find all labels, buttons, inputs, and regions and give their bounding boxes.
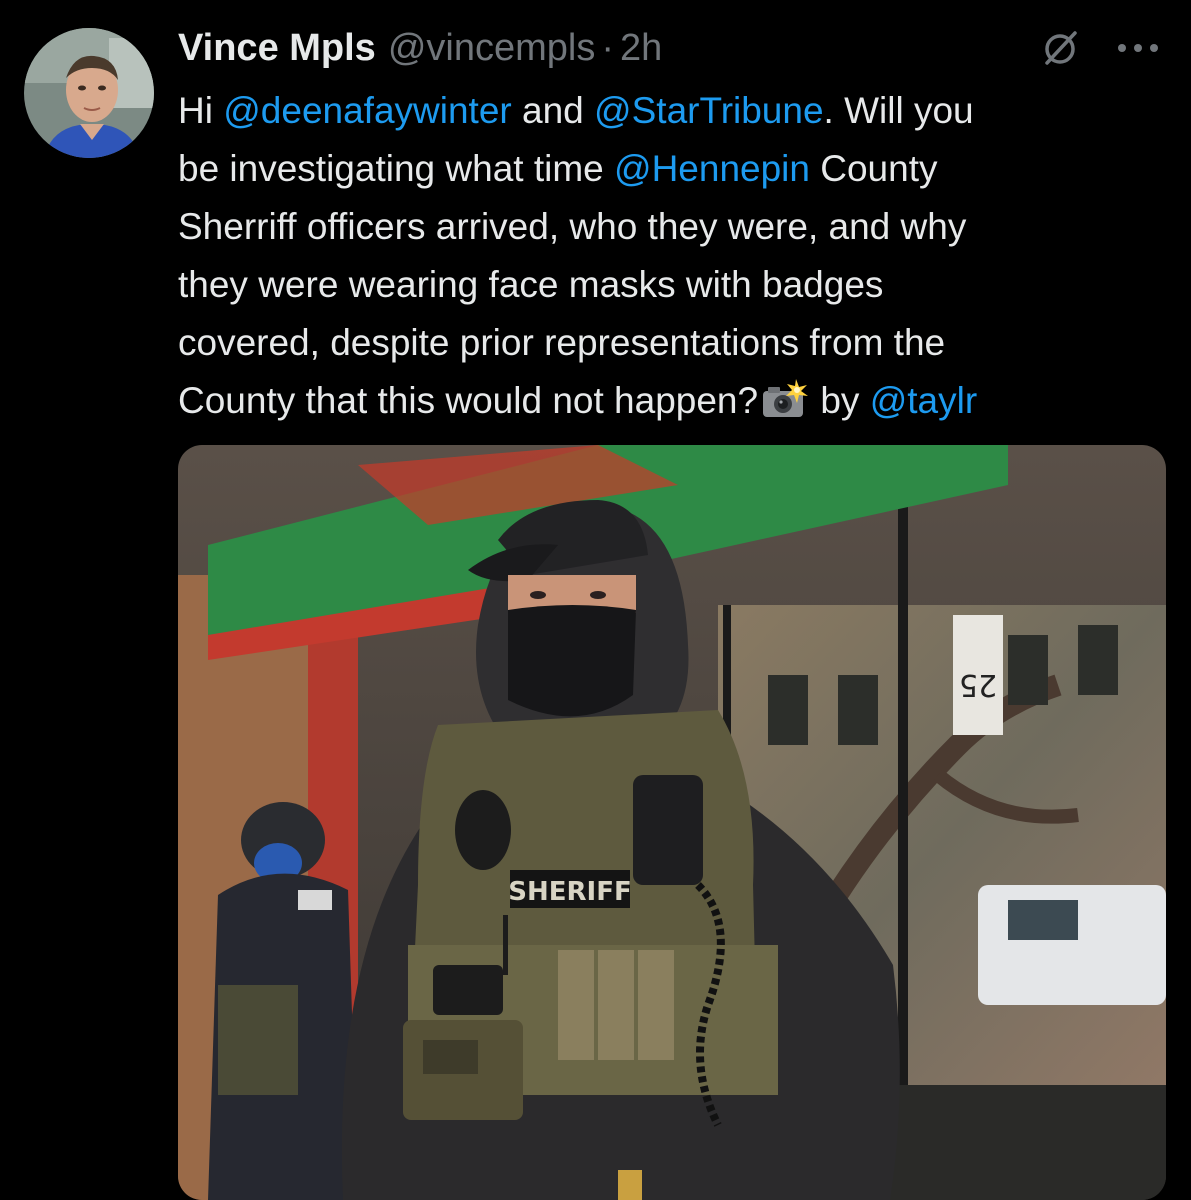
timestamp[interactable]: 2h xyxy=(620,22,662,74)
avatar[interactable] xyxy=(24,28,154,158)
text-fragment: Hi xyxy=(178,90,224,131)
text-fragment: by xyxy=(810,380,870,421)
mention-link[interactable]: @Hennepin xyxy=(614,148,810,189)
tweet-text-line: Hi @deenafaywinter and @StarTribune. Wil… xyxy=(178,82,1168,140)
tweet-text-line: County that this would not happen? by @t… xyxy=(178,372,1168,430)
tweet-header: Vince Mpls @vincempls · 2h xyxy=(178,22,662,74)
user-handle[interactable]: @vincempls xyxy=(388,22,596,74)
tweet[interactable]: Vince Mpls @vincempls · 2h Hi @deenafayw… xyxy=(0,0,1191,1200)
speed-sign-text: 25 xyxy=(959,667,997,702)
tweet-media-photo[interactable]: 25 SHERIFF xyxy=(178,445,1166,1200)
mention-link[interactable]: @StarTribune xyxy=(594,90,824,131)
text-fragment: . Will you xyxy=(823,90,974,131)
mention-link[interactable]: @deenafaywinter xyxy=(223,90,512,131)
camera-with-flash-icon xyxy=(760,378,810,418)
tweet-text-line: covered, despite prior representations f… xyxy=(178,322,946,363)
mention-link[interactable]: @taylr xyxy=(870,380,977,421)
display-name[interactable]: Vince Mpls xyxy=(178,22,376,74)
grok-icon[interactable] xyxy=(1040,28,1080,68)
vest-patch-text: SHERIFF xyxy=(508,877,631,907)
tweet-text-line: they were wearing face masks with badges xyxy=(178,264,884,305)
separator-dot: · xyxy=(601,27,614,69)
tweet-text-line: Sherriff officers arrived, who they were… xyxy=(178,206,967,247)
text-fragment: be investigating what time xyxy=(178,148,615,189)
tweet-text-line: be investigating what time @Hennepin Cou… xyxy=(178,140,1168,198)
text-fragment: County xyxy=(809,148,938,189)
text-fragment: County that this would not happen? xyxy=(178,380,759,421)
text-fragment: and xyxy=(511,90,595,131)
tweet-text: Hi @deenafaywinter and @StarTribune. Wil… xyxy=(178,82,1168,430)
more-options-icon[interactable] xyxy=(1112,34,1164,62)
